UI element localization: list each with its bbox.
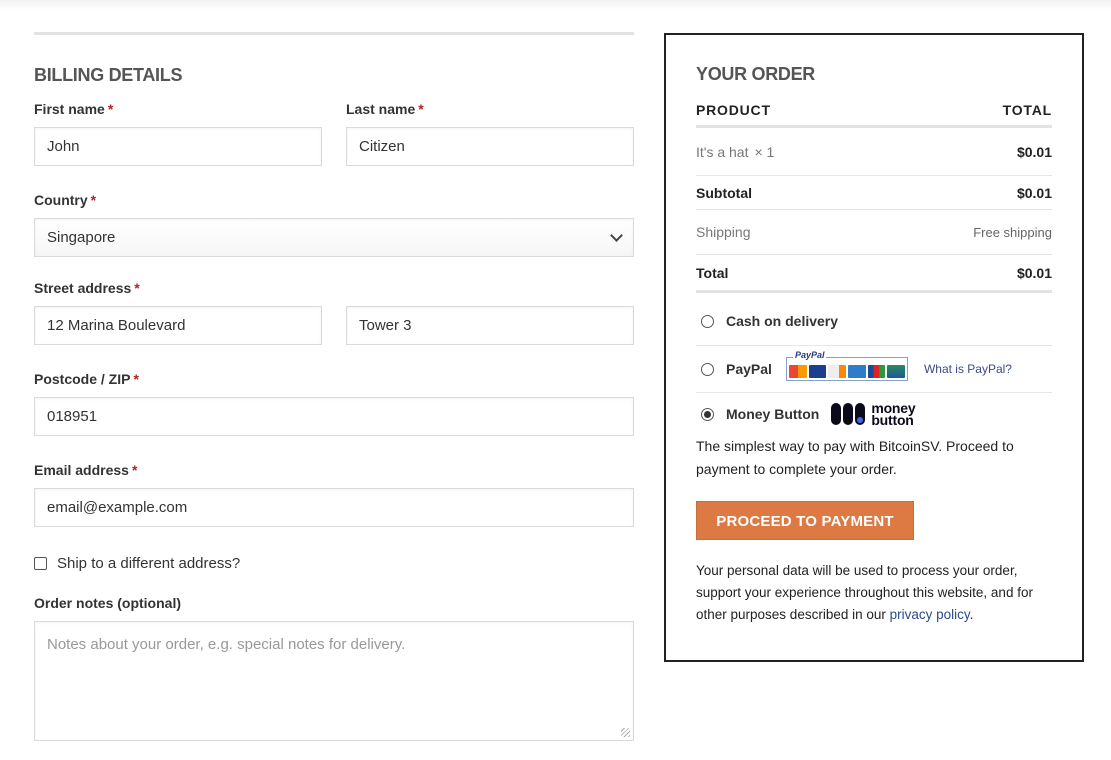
street-address-line2-input[interactable]: Tower 3 — [346, 306, 634, 345]
required-mark: * — [134, 280, 140, 296]
billing-title: BILLING DETAILS — [34, 65, 183, 85]
country-select[interactable]: Singapore — [34, 218, 634, 257]
ship-different-label[interactable]: Ship to a different address? — [57, 555, 240, 572]
order-item-row: It's a hat × 1 $0.01 — [696, 128, 1052, 176]
payment-paypal[interactable]: PayPal PayPal What is PayPal? — [696, 346, 1052, 393]
chevron-down-icon — [610, 228, 623, 242]
item-name: It's a hat — [696, 143, 749, 160]
payment-description: The simplest way to pay with BitcoinSV. … — [696, 438, 1014, 477]
payment-cod[interactable]: Cash on delivery — [696, 293, 1052, 346]
email-label: Email address — [34, 462, 129, 478]
moneybutton-logo-icon: money button — [831, 401, 916, 428]
total-amount: $0.01 — [1016, 264, 1052, 281]
privacy-notice: Your personal data will be used to proce… — [696, 560, 1052, 626]
payment-moneybutton-label[interactable]: Money Button — [726, 406, 819, 422]
subtotal-amount: $0.01 — [1016, 184, 1052, 201]
country-label: Country — [34, 192, 88, 208]
first-name-label: First name — [34, 101, 105, 117]
total-row: Total $0.01 — [696, 255, 1052, 290]
subtotal-row: Subtotal $0.01 — [696, 176, 1052, 210]
country-field: Country * Singapore — [34, 191, 634, 257]
shipping-value: Free shipping — [973, 224, 1052, 240]
total-label: Total — [696, 264, 729, 281]
country-value: Singapore — [47, 229, 116, 246]
card-icon — [887, 365, 905, 378]
order-notes-field: Order notes (optional) Notes about your … — [34, 594, 634, 741]
visa-icon — [808, 365, 827, 378]
ship-different-checkbox[interactable] — [34, 557, 47, 570]
item-amount: $0.01 — [1016, 143, 1052, 160]
postcode-input[interactable]: 018951 — [34, 397, 634, 436]
ship-different-row[interactable]: Ship to a different address? — [34, 555, 240, 572]
payment-moneybutton-radio[interactable] — [701, 407, 714, 421]
shipping-label: Shipping — [696, 224, 751, 240]
moneybutton-logo-bar — [843, 403, 854, 425]
proceed-to-payment-button[interactable]: PROCEED TO PAYMENT — [696, 501, 914, 540]
discover-icon — [828, 365, 846, 378]
first-name-input[interactable]: John — [34, 127, 322, 166]
moneybutton-logo-text: money button — [871, 401, 915, 428]
what-is-paypal-link[interactable]: What is PayPal? — [924, 362, 1012, 376]
amex-icon — [847, 365, 866, 378]
postcode-label: Postcode / ZIP — [34, 371, 131, 387]
first-name-field: First name * John — [34, 100, 322, 166]
privacy-policy-link[interactable]: privacy policy — [890, 607, 970, 622]
last-name-field: Last name * Citizen — [346, 100, 634, 166]
email-field-group: Email address * email@example.com — [34, 461, 634, 527]
shipping-row: Shipping Free shipping — [696, 210, 1052, 255]
billing-section: BILLING DETAILS — [34, 32, 634, 86]
order-notes-textarea[interactable]: Notes about your order, e.g. special not… — [34, 621, 634, 741]
order-title: YOUR ORDER — [696, 64, 816, 84]
email-field[interactable]: email@example.com — [34, 488, 634, 527]
moneybutton-logo-bar — [831, 403, 842, 425]
privacy-end: . — [969, 607, 974, 622]
order-table: PRODUCT TOTAL It's a hat × 1 $0.01 Subtot… — [696, 100, 1052, 293]
payment-paypal-label[interactable]: PayPal — [726, 361, 772, 377]
payment-methods: Cash on delivery PayPal PayPal What is P… — [696, 293, 1052, 435]
payment-cod-radio[interactable] — [701, 314, 714, 328]
required-mark: * — [90, 192, 97, 208]
moneybutton-logo-bar — [855, 403, 866, 425]
mastercard-icon — [788, 365, 807, 378]
payment-paypal-radio[interactable] — [701, 362, 714, 376]
total-header: TOTAL — [1002, 101, 1052, 118]
subtotal-label: Subtotal — [696, 184, 752, 201]
product-header: PRODUCT — [696, 101, 771, 118]
top-fade — [0, 0, 1111, 10]
order-notes-label: Order notes (optional) — [34, 595, 181, 611]
moneybutton-logo-line2: button — [871, 412, 914, 428]
payment-cod-label[interactable]: Cash on delivery — [726, 313, 838, 329]
postcode-field: Postcode / ZIP * 018951 — [34, 370, 634, 436]
item-qty: × 1 — [754, 143, 775, 160]
privacy-text: Your personal data will be used to proce… — [696, 563, 1033, 622]
last-name-label: Last name — [346, 101, 416, 117]
paypal-acceptance-mark: PayPal — [785, 350, 908, 381]
resize-handle-icon[interactable] — [621, 728, 630, 737]
street-address-field: Street address * 12 Marina Boulevard Towe… — [34, 279, 634, 345]
last-name-input[interactable]: Citizen — [346, 127, 634, 166]
paypal-badge-text: PayPal — [792, 350, 827, 360]
required-mark: * — [107, 101, 114, 117]
street-address-line1-input[interactable]: 12 Marina Boulevard — [34, 306, 322, 345]
order-table-header: PRODUCT TOTAL — [696, 100, 1052, 119]
billing-top-rule — [34, 32, 634, 35]
order-notes-placeholder: Notes about your order, e.g. special not… — [47, 636, 406, 653]
jcb-icon — [867, 365, 886, 378]
required-mark: * — [418, 101, 424, 117]
street-address-label: Street address — [34, 280, 132, 296]
payment-moneybutton[interactable]: Money Button money button — [696, 393, 1052, 435]
required-mark: * — [131, 462, 138, 478]
required-mark: * — [133, 371, 139, 387]
order-review-box: YOUR ORDER PRODUCT TOTAL It's a hat × 1 $… — [664, 33, 1084, 662]
